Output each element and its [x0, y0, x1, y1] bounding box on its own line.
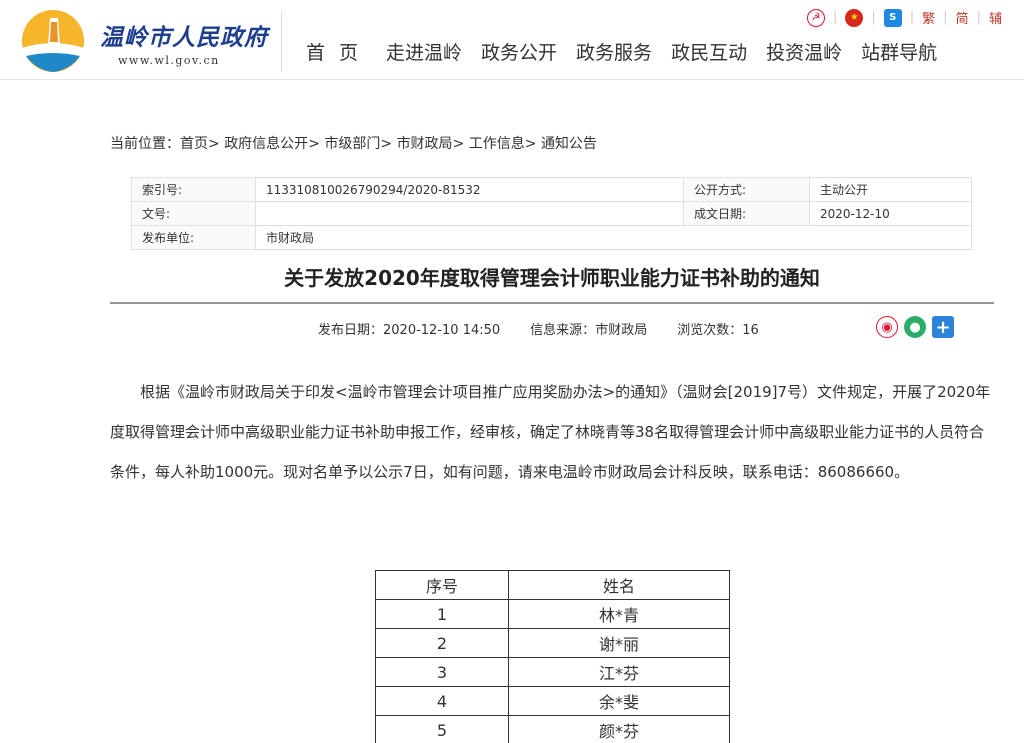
row-number: 3 [375, 657, 509, 687]
meta-row: 发布单位: 市财政局 [131, 225, 972, 250]
breadcrumb-sep: > [380, 136, 397, 152]
site-logo-icon[interactable] [20, 8, 86, 74]
mode-value: 主动公开 [809, 177, 972, 202]
recipient-table: 序号 姓名 1 林*青 2 谢*丽 3 江*芬 4 余*斐 5 颜*芬 [375, 570, 730, 743]
table-row: 3 江*芬 [375, 657, 730, 687]
top-links: ☭ | ★ | S | 繁 | 简 | 辅 [807, 8, 1002, 27]
top-sep: | [871, 10, 876, 25]
table-row: 4 余*斐 [375, 686, 730, 716]
traditional-chinese-link[interactable]: 繁 [922, 8, 935, 27]
nav-about-wenling[interactable]: 走进温岭 [386, 38, 462, 65]
view-count-label: 浏览次数： [677, 323, 743, 338]
table-header-row: 序号 姓名 [375, 570, 730, 600]
breadcrumb-sep: > [208, 136, 225, 152]
breadcrumb-work-info[interactable]: 工作信息 [469, 136, 525, 152]
row-number: 5 [375, 715, 509, 743]
top-sep: | [976, 10, 981, 25]
row-name: 林*青 [508, 599, 730, 629]
site-url: www.wl.gov.cn [118, 54, 220, 67]
article-body: 根据《温岭市财政局关于印发<温岭市管理会计项目推广应用奖励办法>的通知》（温财会… [110, 372, 994, 492]
meta-row: 索引号: 113310810026790294/2020-81532 公开方式:… [131, 177, 972, 202]
share-buttons: ◉ ● + [876, 316, 954, 338]
column-header-no: 序号 [375, 570, 509, 600]
table-row: 2 谢*丽 [375, 628, 730, 658]
publisher-value: 市财政局 [255, 225, 972, 250]
publisher-label: 发布单位: [131, 225, 256, 250]
site-header: 温岭市人民政府 www.wl.gov.cn ☭ | ★ | S | 繁 | 简 … [0, 0, 1024, 80]
nav-government-services[interactable]: 政务服务 [576, 38, 652, 65]
row-name: 余*斐 [508, 686, 730, 716]
breadcrumb-notices[interactable]: 通知公告 [541, 136, 597, 152]
row-name: 颜*芬 [508, 715, 730, 743]
breadcrumb: 当前位置：首页> 政府信息公开> 市级部门> 市财政局> 工作信息> 通知公告 [110, 133, 597, 153]
date-value: 2020-12-10 [809, 201, 972, 226]
nav-government-affairs[interactable]: 政务公开 [481, 38, 557, 65]
breadcrumb-finance-bureau[interactable]: 市财政局 [397, 136, 453, 152]
publish-date: 发布日期：2020-12-10 14:50 [318, 319, 500, 338]
party-emblem-icon[interactable]: ☭ [807, 8, 825, 27]
title-divider [110, 302, 994, 304]
top-sep: | [909, 10, 915, 25]
nav-investment[interactable]: 投资温岭 [766, 38, 842, 65]
row-number: 4 [375, 686, 509, 716]
breadcrumb-home[interactable]: 首页 [180, 136, 208, 152]
site-name[interactable]: 温岭市人民政府 [100, 18, 268, 52]
nav-site-navigation[interactable]: 站群导航 [861, 38, 937, 65]
main-nav: 首页 走进温岭 政务公开 政务服务 政民互动 投资温岭 站群导航 [306, 38, 956, 65]
top-sep: | [833, 10, 838, 25]
info-source-label: 信息来源： [530, 323, 596, 338]
document-meta-table: 索引号: 113310810026790294/2020-81532 公开方式:… [131, 177, 972, 250]
article-title: 关于发放2020年度取得管理会计师职业能力证书补助的通知 [284, 266, 820, 290]
header-divider [281, 12, 282, 72]
view-count: 浏览次数：16 [677, 319, 759, 338]
info-source-value: 市财政局 [595, 323, 648, 338]
body-paragraph: 根据《温岭市财政局关于印发<温岭市管理会计项目推广应用奖励办法>的通知》（温财会… [110, 383, 991, 481]
publish-date-value: 2020-12-10 14:50 [383, 323, 501, 338]
breadcrumb-sep: > [452, 136, 469, 152]
date-label: 成文日期: [683, 201, 810, 226]
publish-date-label: 发布日期： [318, 323, 384, 338]
docno-label: 文号: [131, 201, 256, 226]
info-source: 信息来源：市财政局 [530, 319, 647, 338]
article-info: 发布日期：2020-12-10 14:50 信息来源：市财政局 浏览次数：16 [318, 319, 759, 338]
column-header-name: 姓名 [508, 570, 730, 600]
nav-public-interaction[interactable]: 政民互动 [671, 38, 747, 65]
meta-row: 文号: 成文日期: 2020-12-10 [131, 201, 972, 226]
breadcrumb-prefix: 当前位置： [110, 136, 180, 152]
wechat-share-icon[interactable]: ● [904, 316, 926, 338]
row-name: 谢*丽 [508, 628, 730, 658]
row-number: 1 [375, 599, 509, 629]
simplified-chinese-link[interactable]: 简 [956, 8, 969, 27]
index-value: 113310810026790294/2020-81532 [255, 177, 684, 202]
row-name: 江*芬 [508, 657, 730, 687]
breadcrumb-gov-info[interactable]: 政府信息公开 [224, 136, 308, 152]
weibo-share-icon[interactable]: ◉ [876, 316, 898, 338]
breadcrumb-sep: > [524, 136, 541, 152]
top-sep: | [943, 10, 948, 25]
row-number: 2 [375, 628, 509, 658]
service-app-icon[interactable]: S [883, 8, 902, 27]
more-share-icon[interactable]: + [932, 316, 954, 338]
table-row: 1 林*青 [375, 599, 730, 629]
nav-home[interactable]: 首页 [306, 38, 372, 65]
mode-label: 公开方式: [683, 177, 810, 202]
breadcrumb-departments[interactable]: 市级部门 [324, 136, 380, 152]
national-emblem-icon[interactable]: ★ [845, 8, 864, 27]
table-row: 5 颜*芬 [375, 715, 730, 743]
view-count-value: 16 [742, 323, 759, 338]
breadcrumb-sep: > [308, 136, 325, 152]
accessibility-link[interactable]: 辅 [989, 8, 1002, 27]
index-label: 索引号: [131, 177, 256, 202]
docno-value [255, 201, 684, 226]
